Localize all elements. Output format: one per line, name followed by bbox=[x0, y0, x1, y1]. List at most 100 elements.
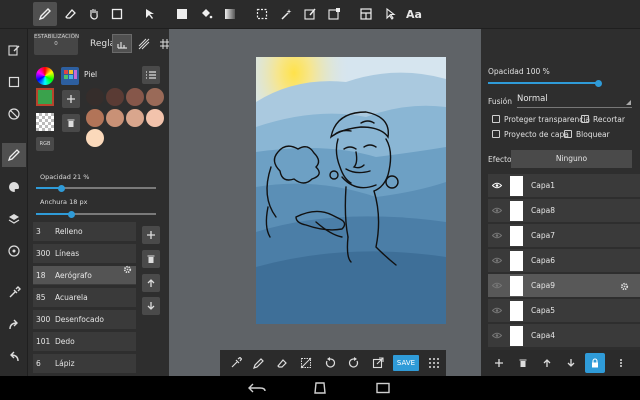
ruler-off-button[interactable] bbox=[112, 34, 132, 53]
add-color-button[interactable] bbox=[62, 90, 80, 108]
color-panel-button[interactable] bbox=[2, 175, 26, 199]
brush-row[interactable]: 300 Desenfocado bbox=[33, 310, 136, 329]
delete-brush-button[interactable] bbox=[142, 250, 160, 268]
back-icon[interactable] bbox=[248, 382, 266, 394]
eraser-quick-button[interactable] bbox=[272, 353, 292, 373]
eyedropper-button[interactable] bbox=[2, 281, 26, 305]
undo-button[interactable] bbox=[2, 345, 26, 369]
brush-row[interactable]: 3 Relleno bbox=[33, 222, 136, 241]
pen-tool-button[interactable] bbox=[33, 2, 57, 26]
hand-tool-button[interactable] bbox=[82, 2, 106, 26]
gradient-tool-button[interactable] bbox=[218, 2, 242, 26]
layer-row[interactable]: Capa8 bbox=[488, 199, 640, 223]
opacity-slider-knob[interactable] bbox=[58, 184, 65, 192]
edit-canvas-button[interactable] bbox=[2, 38, 26, 62]
brush-row[interactable]: 300 Líneas bbox=[33, 244, 136, 263]
redo-button[interactable] bbox=[2, 313, 26, 337]
color-swatch[interactable] bbox=[126, 88, 144, 106]
brush-panel-button[interactable] bbox=[2, 143, 26, 167]
bucket-tool-button[interactable] bbox=[194, 2, 218, 26]
clip-checkbox[interactable] bbox=[581, 115, 589, 123]
lasso-tool-button[interactable] bbox=[250, 2, 274, 26]
layer-opacity-slider[interactable] bbox=[488, 79, 602, 87]
blend-mode-select[interactable]: Normal bbox=[517, 92, 632, 108]
stabilizer-button[interactable]: ESTABILIZACIÓN 0 bbox=[34, 33, 79, 55]
visibility-toggle[interactable] bbox=[488, 332, 506, 339]
brush-row[interactable]: 6 Lápiz bbox=[33, 354, 136, 373]
visibility-toggle[interactable] bbox=[488, 257, 506, 264]
rgb-button[interactable]: RGB bbox=[36, 137, 54, 151]
color-swatch[interactable] bbox=[126, 109, 144, 127]
layer-row[interactable]: Capa4 bbox=[488, 324, 640, 348]
pen-quick-button[interactable] bbox=[249, 353, 269, 373]
lock-checkbox[interactable] bbox=[564, 130, 572, 138]
brush-row[interactable]: 101 Dedo bbox=[33, 332, 136, 351]
visibility-toggle[interactable] bbox=[488, 307, 506, 314]
visibility-toggle[interactable] bbox=[488, 207, 506, 214]
layers-panel-button[interactable] bbox=[2, 207, 26, 231]
palette-list-button[interactable] bbox=[142, 66, 160, 84]
color-swatch[interactable] bbox=[106, 109, 124, 127]
material-button[interactable] bbox=[2, 239, 26, 263]
brush-row[interactable]: 18 Aerógrafo bbox=[33, 266, 136, 285]
color-wheel-button[interactable] bbox=[36, 67, 54, 85]
rotate-left-button[interactable] bbox=[320, 353, 340, 373]
layer-row[interactable]: Capa1 bbox=[488, 174, 640, 198]
effect-select[interactable]: Ninguno bbox=[511, 150, 632, 168]
layer-settings-icon[interactable] bbox=[620, 282, 629, 291]
brush-settings-icon[interactable] bbox=[123, 265, 132, 274]
pointer-tool-button[interactable] bbox=[378, 2, 402, 26]
layer-row[interactable]: Capa5 bbox=[488, 299, 640, 323]
eraser-tool-button[interactable] bbox=[58, 2, 82, 26]
fill-rect-tool-button[interactable] bbox=[170, 2, 194, 26]
magic-wand-tool-button[interactable] bbox=[274, 2, 298, 26]
brush-row[interactable]: 85 Acuarela bbox=[33, 288, 136, 307]
layer-row[interactable]: Capa6 bbox=[488, 249, 640, 273]
delete-color-button[interactable] bbox=[62, 114, 80, 132]
text-tool-button[interactable]: Aa bbox=[402, 2, 426, 26]
move-layer-up-button[interactable] bbox=[537, 353, 557, 373]
deselect-button[interactable] bbox=[296, 353, 316, 373]
move-tool-button[interactable] bbox=[138, 2, 162, 26]
width-slider-knob[interactable] bbox=[68, 210, 75, 218]
layer-opacity-slider-knob[interactable] bbox=[595, 79, 602, 87]
color-swatch[interactable] bbox=[86, 129, 104, 147]
select-pen-tool-button[interactable] bbox=[298, 2, 322, 26]
visibility-toggle[interactable] bbox=[488, 282, 506, 289]
width-slider[interactable] bbox=[36, 210, 156, 218]
color-swatch[interactable] bbox=[146, 88, 164, 106]
rotate-right-button[interactable] bbox=[344, 353, 364, 373]
canvas-frame-button[interactable] bbox=[2, 70, 26, 94]
color-swatch[interactable] bbox=[86, 109, 104, 127]
move-layer-down-button[interactable] bbox=[561, 353, 581, 373]
current-color-swatch[interactable] bbox=[36, 88, 54, 106]
select-eraser-tool-button[interactable] bbox=[322, 2, 346, 26]
color-swatch[interactable] bbox=[86, 88, 104, 106]
snap-off-button[interactable] bbox=[2, 102, 26, 126]
panel-tool-button[interactable] bbox=[354, 2, 378, 26]
delete-layer-button[interactable] bbox=[513, 353, 533, 373]
add-layer-button[interactable] bbox=[489, 353, 509, 373]
drawing-canvas[interactable] bbox=[256, 57, 446, 324]
recents-icon[interactable] bbox=[374, 382, 392, 394]
add-brush-button[interactable] bbox=[142, 226, 160, 244]
layer-row[interactable]: Capa9 bbox=[488, 274, 640, 298]
color-swatch[interactable] bbox=[146, 109, 164, 127]
rect-select-tool-button[interactable] bbox=[105, 2, 129, 26]
layer-more-button[interactable] bbox=[611, 353, 631, 373]
color-palette-button[interactable] bbox=[61, 67, 79, 85]
home-icon[interactable] bbox=[311, 382, 329, 394]
lock-layer-button[interactable] bbox=[585, 353, 605, 373]
layer-row[interactable]: Capa7 bbox=[488, 224, 640, 248]
visibility-toggle[interactable] bbox=[488, 232, 506, 239]
save-button[interactable]: SAVE bbox=[393, 355, 419, 371]
opacity-slider[interactable] bbox=[36, 184, 156, 192]
more-grid-button[interactable] bbox=[424, 353, 444, 373]
move-brush-up-button[interactable] bbox=[142, 274, 160, 292]
visibility-toggle[interactable] bbox=[488, 182, 506, 189]
eyedropper-quick-button[interactable] bbox=[226, 353, 246, 373]
move-brush-down-button[interactable] bbox=[142, 297, 160, 315]
ruler-parallel-button[interactable] bbox=[134, 34, 154, 53]
transparent-color-swatch[interactable] bbox=[36, 113, 54, 131]
export-button[interactable] bbox=[368, 353, 388, 373]
